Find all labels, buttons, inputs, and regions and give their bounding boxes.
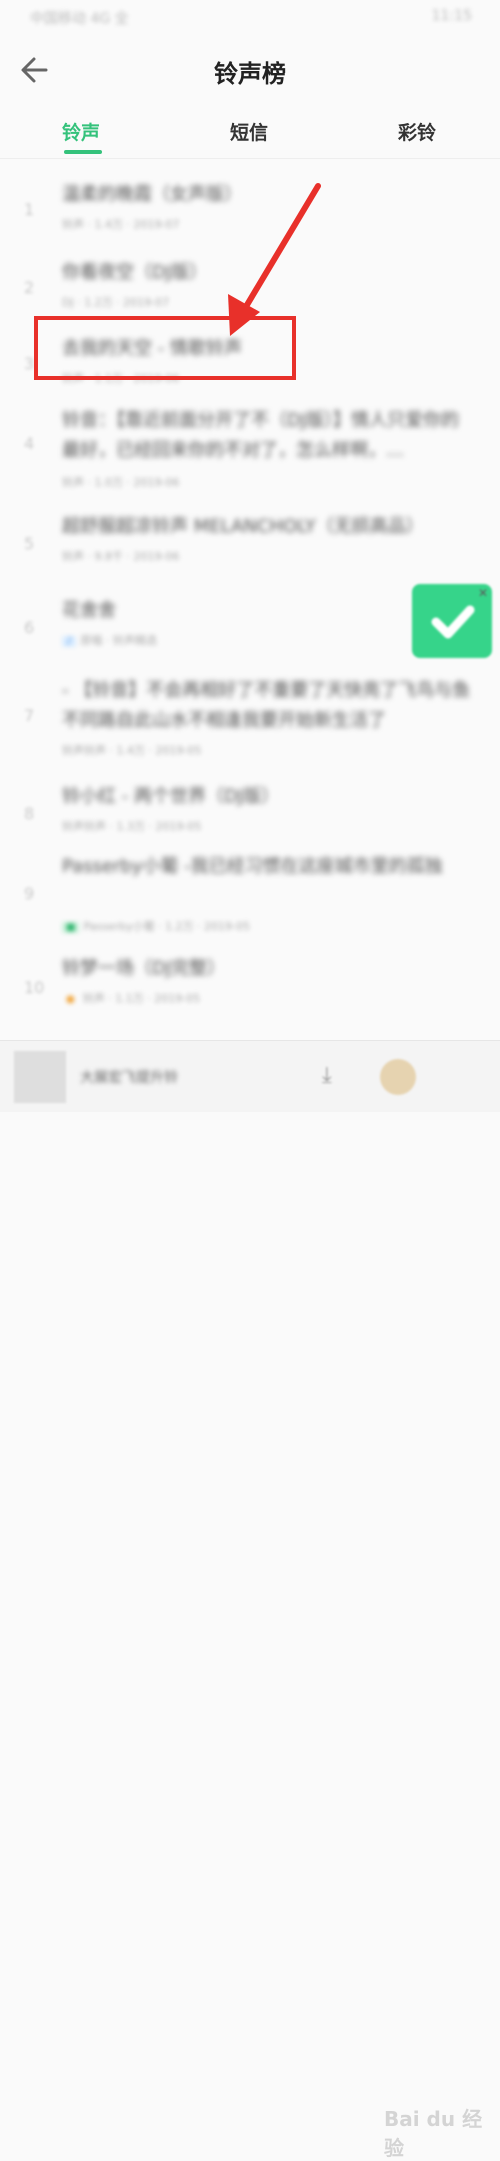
rank-number: 1 — [24, 200, 35, 219]
ringtone-meta-row: ● 铃声 · 1.1万 · 2019-05 — [62, 990, 462, 1006]
rank-number: 7 — [24, 706, 35, 725]
ringtone-meta: 铃声 · 1.1万 · 2019-05 — [82, 992, 201, 1005]
download-icon[interactable]: ⤓ — [322, 1063, 332, 1088]
close-icon[interactable]: ✕ — [478, 586, 488, 600]
status-bar: 中国移动 4G 全 11:15 — [0, 0, 500, 40]
watermark: Bai du 经验 — [384, 2107, 483, 2160]
ringtone-meta: 原唱 · 铃声精选 — [80, 634, 157, 647]
rank-number: 9 — [24, 884, 35, 903]
tab-sms[interactable]: 短信 — [230, 118, 268, 145]
ringtone-title: 铃音：【靠近前面分开了不（DJ版）】情人只爱你的最好，已经回来你的不对了，怎么样… — [62, 410, 460, 461]
player-title: 大展宏飞提升铃 — [80, 1070, 178, 1086]
play-button[interactable] — [380, 1059, 416, 1095]
rank-number: 3 — [24, 354, 35, 373]
annotation-arrow-icon — [228, 183, 321, 336]
ringtone-title: 超舒服超凉铃声 MELANCHOLY（无损高品） — [62, 516, 424, 537]
ringtone-title: 铃梦一场（DJ完整） — [62, 958, 226, 979]
active-tab-indicator — [64, 150, 102, 154]
floating-badge[interactable]: ✕ — [412, 584, 492, 658]
rank-number: 6 — [24, 618, 35, 637]
carrier-text: 中国移动 4G 全 — [30, 11, 129, 27]
ringtone-meta: 铃声铃声 · 1.4万 · 2019-05 — [62, 744, 202, 757]
ringtone-meta: 铃声铃声 · 1.3万 · 2019-05 — [62, 820, 202, 833]
tab-color-ring[interactable]: 彩铃 — [398, 118, 436, 145]
rank-number: 4 — [24, 434, 35, 453]
ringtone-meta-row: ■ Passerby小葡 · 1.2万 · 2019-05 — [62, 918, 462, 934]
ringtone-meta: 铃声 · 9.8千 · 2019-06 — [62, 550, 180, 563]
hq-tag-icon: ♪ — [62, 636, 77, 647]
rank-number: 8 — [24, 804, 35, 823]
rank-number: 5 — [24, 534, 35, 553]
ringtone-title: 花舍舍 — [62, 600, 116, 621]
ringtone-meta: Passerby小葡 · 1.2万 · 2019-05 — [83, 920, 251, 933]
ringtone-meta-row: ♪ 原唱 · 铃声精选 — [62, 632, 462, 648]
rank-number: 2 — [24, 278, 35, 297]
player-cover[interactable] — [14, 1051, 66, 1103]
rank-number: 10 — [24, 978, 45, 997]
ringtone-title: 铃小红 - 两个世界（DJ版） — [62, 786, 280, 807]
tab-bar: 铃声 短信 彩铃 — [0, 100, 500, 159]
ringtone-title: Passerby小葡 -我已经习惯在这座城市里的孤独 — [62, 856, 443, 877]
ringtone-title: - 【铃音】不会再相好了不重要了天快亮了飞鸟与鱼不同路自此山水不相逢我要开始新生… — [62, 680, 471, 731]
vip-tag-icon: ■ — [62, 922, 80, 933]
ringtone-meta: 铃声 · 1.0万 · 2019-06 — [62, 476, 180, 489]
status-time: 11:15 — [431, 8, 472, 24]
page-title: 铃声榜 — [214, 60, 286, 88]
header: 铃声榜 — [0, 40, 500, 100]
tab-ringtone[interactable]: 铃声 — [62, 118, 100, 145]
mini-player: 大展宏飞提升铃 ⤓ Bai du 经验 — [0, 1040, 500, 2160]
hot-dot-icon: ● — [66, 994, 75, 1005]
